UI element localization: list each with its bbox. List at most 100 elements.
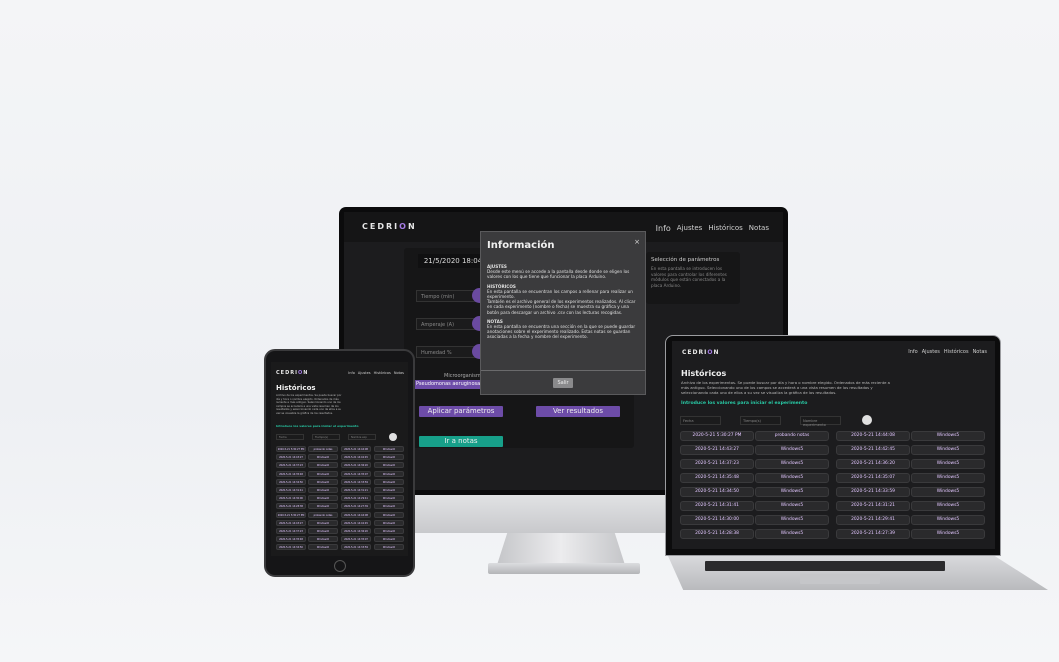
tablet-history-cell[interactable]: 2020-5-21 14:34:50 [276,544,306,551]
laptop-name-input[interactable]: Nombre experimento [800,416,841,427]
tablet-history-cell[interactable]: 2020-5-21 14:35:07 [341,536,371,543]
nav-ajustes[interactable]: Ajustes [922,349,940,355]
tablet-home-button[interactable] [334,560,346,572]
tablet-history-cell[interactable]: Windows5 [308,487,338,493]
tablet-history-cell[interactable]: probando notas [308,511,338,518]
laptop-history-cell[interactable]: Windows5 [755,445,829,455]
tablet-history-cell[interactable]: 2020-5-21 14:36:20 [341,528,371,534]
tablet-history-cell[interactable]: 2020-5-21 14:30:00 [276,495,306,502]
tablet-history-cell[interactable]: 2020-5-21 14:35:07 [341,470,371,477]
amperage-field[interactable]: Amperaje (A) [416,318,476,330]
laptop-history-cell[interactable]: Windows5 [911,529,985,539]
tablet-history-cell[interactable]: 2020-5-21 14:35:48 [276,470,306,477]
tablet-history-cell[interactable]: Windows5 [374,528,404,534]
laptop-history-cell[interactable]: Windows5 [911,515,985,525]
time-field[interactable]: Tiempo (min) [416,290,476,302]
tablet-history-cell[interactable]: 2020-5-21 14:31:21 [341,487,371,493]
tablet-history-cell[interactable]: 2020-5-21 14:44:08 [341,446,371,452]
tablet-history-cell[interactable]: Windows5 [374,519,404,526]
nav-notas[interactable]: Notas [973,349,987,355]
tablet-history-cell[interactable]: 2020-5-21 14:33:59 [341,544,371,551]
exit-button[interactable]: Salir [553,378,573,388]
tablet-history-cell[interactable]: Windows5 [374,511,404,518]
nav-info[interactable]: Info [908,349,917,355]
tablet-start-link[interactable]: Introduce los valores para iniciar el ex… [276,424,359,428]
laptop-history-cell[interactable]: 2020-5-21 14:35:48 [680,473,754,483]
laptop-history-cell[interactable]: Windows5 [911,487,985,497]
nav-historicos[interactable]: Históricos [708,224,742,233]
tablet-name-input[interactable]: Nombre exp [348,434,376,440]
tablet-history-cell[interactable]: Windows5 [374,503,404,510]
laptop-history-cell[interactable]: 2020-5-21 14:33:59 [836,487,910,497]
tablet-history-cell[interactable]: 2020-5-21 14:31:41 [276,487,306,493]
tablet-history-cell[interactable]: Windows5 [374,536,404,543]
nav-info[interactable]: Info [348,371,355,375]
tablet-history-cell[interactable]: 2020-5-21 5:30:27 PM [276,511,306,518]
laptop-history-cell[interactable]: 2020-5-21 14:43:27 [680,445,754,455]
humidity-field[interactable]: Humedad % [416,346,476,358]
laptop-history-cell[interactable]: Windows5 [755,473,829,483]
laptop-history-cell[interactable]: Windows5 [755,487,829,497]
laptop-history-cell[interactable]: 2020-5-21 14:44:08 [836,431,910,441]
tablet-history-cell[interactable]: Windows5 [374,478,404,485]
laptop-history-cell[interactable]: Windows5 [911,431,985,441]
nav-historicos[interactable]: Históricos [374,371,391,375]
tablet-history-cell[interactable]: 2020-5-21 14:29:41 [341,495,371,502]
tablet-history-cell[interactable]: 2020-5-21 14:43:27 [276,454,306,461]
tablet-history-cell[interactable]: Windows5 [308,536,338,543]
laptop-time-input[interactable]: Tiempo(s) [740,416,781,425]
laptop-history-cell[interactable]: Windows5 [911,445,985,455]
close-icon[interactable]: × [634,238,640,246]
tablet-history-cell[interactable]: Windows5 [374,454,404,461]
laptop-start-link[interactable]: Introduce los valores para iniciar el ex… [681,401,807,406]
tablet-history-cell[interactable]: 2020-5-21 14:27:39 [341,503,371,510]
tablet-history-cell[interactable]: 2020-5-21 14:33:59 [341,478,371,485]
laptop-history-cell[interactable]: 2020-5-21 14:29:41 [836,515,910,525]
laptop-history-cell[interactable]: Windows5 [911,473,985,483]
tablet-history-cell[interactable]: 2020-5-21 14:44:08 [341,511,371,518]
micro-select[interactable]: Pseudomonas aeruginosa [414,380,490,389]
apply-params-button[interactable]: Aplicar parámetros [419,406,503,417]
laptop-history-cell[interactable]: Windows5 [755,529,829,539]
tablet-history-cell[interactable]: 2020-5-21 14:35:48 [276,536,306,543]
tablet-history-cell[interactable]: 2020-5-21 5:30:27 PM [276,446,306,452]
tablet-history-cell[interactable]: Windows5 [308,503,338,510]
laptop-logo[interactable]: CEDRION [682,349,719,356]
tablet-history-cell[interactable]: Windows5 [374,487,404,493]
tablet-history-cell[interactable]: 2020-5-21 14:34:50 [276,478,306,485]
tablet-history-cell[interactable]: 2020-5-21 14:37:23 [276,462,306,469]
monitor-logo[interactable]: CEDRION [362,222,417,231]
tablet-history-cell[interactable]: Windows5 [374,495,404,502]
tablet-history-cell[interactable]: 2020-5-21 14:42:45 [341,519,371,526]
nav-notas[interactable]: Notas [749,224,769,233]
laptop-history-cell[interactable]: 2020-5-21 14:34:50 [680,487,754,497]
laptop-history-cell[interactable]: Windows5 [755,515,829,525]
tablet-history-cell[interactable]: 2020-5-21 14:28:38 [276,503,306,510]
nav-ajustes[interactable]: Ajustes [677,224,703,233]
tablet-history-cell[interactable]: 2020-5-21 14:42:45 [341,454,371,461]
laptop-history-cell[interactable]: 2020-5-21 14:42:45 [836,445,910,455]
tablet-history-cell[interactable]: Windows5 [374,544,404,551]
tablet-history-cell[interactable]: Windows5 [308,528,338,534]
laptop-search-icon[interactable] [862,415,872,425]
laptop-history-cell[interactable]: Windows5 [911,501,985,511]
laptop-history-cell[interactable]: probando notas [755,431,829,441]
tablet-history-cell[interactable]: Windows5 [308,478,338,485]
nav-info[interactable]: Info [656,224,671,233]
tablet-logo[interactable]: CEDRION [276,370,308,376]
laptop-history-cell[interactable]: 2020-5-21 14:37:23 [680,459,754,469]
tablet-history-cell[interactable]: Windows5 [308,454,338,461]
laptop-history-cell[interactable]: 2020-5-21 14:28:38 [680,529,754,539]
laptop-history-cell[interactable]: 2020-5-21 14:31:21 [836,501,910,511]
tablet-time-input[interactable]: Tiempo(s) [312,434,340,440]
laptop-history-cell[interactable]: Windows5 [755,501,829,511]
laptop-history-cell[interactable]: 2020-5-21 14:27:39 [836,529,910,539]
laptop-history-cell[interactable]: Windows5 [755,459,829,469]
tablet-history-cell[interactable]: Windows5 [308,470,338,477]
view-results-button[interactable]: Ver resultados [536,406,620,417]
laptop-history-cell[interactable]: Windows5 [911,459,985,469]
tablet-history-cell[interactable]: Windows5 [308,544,338,551]
nav-ajustes[interactable]: Ajustes [358,371,371,375]
laptop-history-cell[interactable]: 2020-5-21 14:36:20 [836,459,910,469]
tablet-date-input[interactable]: Fecha [276,434,304,440]
